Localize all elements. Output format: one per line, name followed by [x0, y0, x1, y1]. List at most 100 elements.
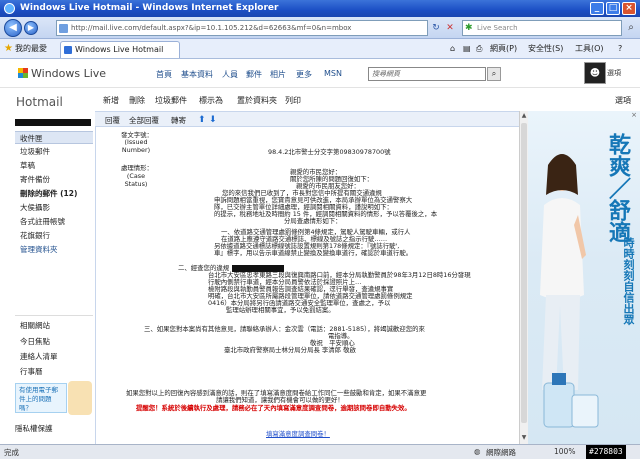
- home-icon[interactable]: ⌂: [450, 43, 455, 55]
- ad-subline: 時時刻刻自信出眾: [622, 237, 635, 325]
- maximize-button[interactable]: □: [606, 2, 620, 15]
- status-bar: 完成 ◍ 網際網路 100% #278803: [0, 444, 640, 459]
- nav-photos[interactable]: 相片: [270, 69, 286, 80]
- forward-button[interactable]: ▶: [24, 21, 38, 35]
- favorites-star-icon: ★: [4, 43, 13, 54]
- sidebar-divider: [15, 315, 93, 316]
- nav-more[interactable]: 更多: [296, 69, 312, 80]
- favorites-label: 我的最愛: [14, 44, 47, 53]
- page-menu[interactable]: 網頁(P): [490, 43, 517, 55]
- related-sites-heading: 相關網站: [20, 321, 50, 330]
- refresh-icon[interactable]: ↻: [430, 22, 442, 34]
- manage-folders-link[interactable]: 管理資料夾: [15, 243, 93, 256]
- internet-explorer-icon: [4, 3, 15, 14]
- address-url-field[interactable]: http://mail.live.com/default.aspx?&ip=10…: [56, 20, 428, 36]
- search-go-icon[interactable]: ⌕: [624, 20, 638, 36]
- feeds-icon[interactable]: ▤: [463, 43, 471, 55]
- new-button[interactable]: 新增: [103, 95, 119, 106]
- message-scrollbar[interactable]: ▲ ▼: [519, 111, 528, 444]
- minimize-button[interactable]: _: [590, 2, 604, 15]
- window-title-bar: Windows Live Hotmail - Windows Internet …: [0, 0, 640, 17]
- back-button[interactable]: ◀: [4, 19, 22, 37]
- folder-sidebar: Hotmail 收件匣 垃圾郵件 草稿 寄件備份 刪除的郵件 (12) 大侯攝影…: [0, 89, 94, 444]
- nav-home[interactable]: 首頁: [156, 69, 172, 80]
- folder-custom-2[interactable]: 各式註冊帳號: [15, 215, 93, 228]
- print-button[interactable]: 列印: [285, 95, 301, 106]
- safety-menu[interactable]: 安全性(S): [528, 43, 563, 55]
- folder-sent[interactable]: 寄件備份: [15, 173, 93, 186]
- live-search-logo-icon: ✱: [465, 23, 473, 33]
- windows-live-logo[interactable]: Windows Live: [18, 67, 106, 80]
- forward-button-mail[interactable]: 轉寄: [171, 115, 186, 126]
- ad-model-image: [540, 154, 586, 390]
- advertisement-panel[interactable]: × 乾爽／舒適 時時刻刻自信出眾: [528, 111, 640, 444]
- mark-as-button[interactable]: 標示為: [199, 95, 223, 106]
- next-message-icon[interactable]: ⬇: [209, 115, 217, 125]
- windows-flag-icon: [18, 68, 28, 78]
- today-link[interactable]: 今日焦點: [15, 335, 93, 348]
- web-search-button[interactable]: ⌕: [487, 67, 501, 81]
- help-ad-image[interactable]: [68, 381, 92, 415]
- scroll-down-icon[interactable]: ▼: [520, 434, 528, 442]
- close-window-button[interactable]: ×: [622, 2, 636, 15]
- web-search-input[interactable]: 搜尋網頁: [368, 67, 486, 81]
- scroll-up-icon[interactable]: ▲: [520, 112, 528, 120]
- body-line: 三、如果您對本案尚有其他意見，請聯絡承辦人：金次雲（電話：2881-5185），…: [144, 325, 425, 333]
- print-icon[interactable]: ⎙: [476, 43, 482, 55]
- folder-custom-1[interactable]: 大侯攝影: [15, 201, 93, 214]
- reading-toolbar: 回覆 全部回覆 轉寄 ⬆ ⬇: [95, 111, 528, 127]
- reply-button[interactable]: 回覆: [105, 115, 120, 126]
- folder-drafts[interactable]: 草稿: [15, 159, 93, 172]
- zoom-level[interactable]: 100%: [554, 447, 575, 456]
- live-search-placeholder: Live Search: [477, 24, 518, 32]
- favorites-tab-bar: ★ 我的最愛 Windows Live Hotmail ⌂ ▤ ⎙ 網頁(P) 安…: [0, 39, 640, 59]
- nav-msn[interactable]: MSN: [324, 69, 342, 78]
- contacts-link[interactable]: 連絡人清單: [15, 350, 93, 363]
- body-line: 車』標字，用以告示車道線禁止變換及變換車道行，確認於車道行駛。: [214, 249, 413, 257]
- address-toolbar: ◀ ▶ http://mail.live.com/default.aspx?&i…: [0, 17, 640, 39]
- reply-all-button[interactable]: 全部回覆: [129, 115, 159, 126]
- message-toolbar: 新增 刪除 垃圾郵件 標示為 置於資料夾 列印 選項: [95, 89, 640, 111]
- move-to-folder-button[interactable]: 置於資料夾: [237, 95, 277, 106]
- avatar[interactable]: ☻: [584, 62, 606, 84]
- account-redaction: [15, 119, 91, 126]
- folder-custom-3[interactable]: 花旗銀行: [15, 229, 93, 242]
- nav-profile[interactable]: 基本資料: [181, 69, 213, 80]
- privacy-link[interactable]: 隱私權保護: [15, 423, 53, 434]
- page-icon: [59, 24, 68, 33]
- favorites-button[interactable]: ★ 我的最愛: [4, 42, 47, 56]
- delete-button[interactable]: 刪除: [129, 95, 145, 106]
- meta-value-status: (Case Status): [124, 172, 148, 188]
- folder-junk[interactable]: 垃圾郵件: [15, 145, 93, 158]
- browser-tab-hotmail[interactable]: Windows Live Hotmail: [60, 41, 180, 58]
- options-button[interactable]: 選項: [615, 95, 631, 106]
- junk-button[interactable]: 垃圾郵件: [155, 95, 187, 106]
- folder-inbox[interactable]: 收件匣: [15, 131, 93, 144]
- doc-number: 98.4.2北市警士分交字第09830978700號: [268, 148, 391, 156]
- survey-link[interactable]: 填寫滿意度調查問卷！: [266, 430, 330, 439]
- zone-globe-icon: ◍: [474, 447, 481, 456]
- calendar-link[interactable]: 行事曆: [15, 365, 93, 378]
- help-icon[interactable]: ?: [618, 43, 622, 55]
- body-line: 監理站辦理相關事宜，予以免罰結案。: [226, 306, 335, 314]
- hotmail-header: Windows Live 首頁 基本資料 人員 郵件 相片 更多 MSN 搜尋網…: [0, 60, 640, 88]
- stop-icon[interactable]: ✕: [444, 22, 456, 34]
- nav-mail[interactable]: 郵件: [246, 69, 262, 80]
- nav-people[interactable]: 人員: [222, 69, 238, 80]
- signature-line: 臺北市政府警察局士林分局分局長 李清郎 敬啟: [224, 346, 356, 354]
- body-line: 分局查處情形如下：: [284, 217, 342, 225]
- user-menu[interactable]: 選項: [607, 68, 621, 78]
- ad-product-image: [543, 373, 599, 428]
- windows-live-logo-text: Windows Live: [31, 67, 107, 80]
- ad-close-icon[interactable]: ×: [629, 111, 639, 120]
- folder-deleted[interactable]: 刪除的郵件 (12): [15, 187, 93, 200]
- hotmail-title: Hotmail: [16, 95, 63, 109]
- scroll-thumb[interactable]: [521, 123, 527, 423]
- tab-page-icon: [64, 46, 72, 54]
- help-ad-box[interactable]: 有使用電子郵件上的問題嗎？: [15, 383, 67, 413]
- previous-message-icon[interactable]: ⬆: [198, 115, 206, 125]
- tools-menu[interactable]: 工具(O): [575, 43, 604, 55]
- footer-warning: 提醒您！系統於後續執行及處理，請務必在了天內填寫滿意度調查問卷，逾期該問卷即自動…: [136, 404, 411, 412]
- security-zone: 網際網路: [486, 448, 516, 457]
- live-search-input[interactable]: ✱ Live Search: [462, 20, 622, 36]
